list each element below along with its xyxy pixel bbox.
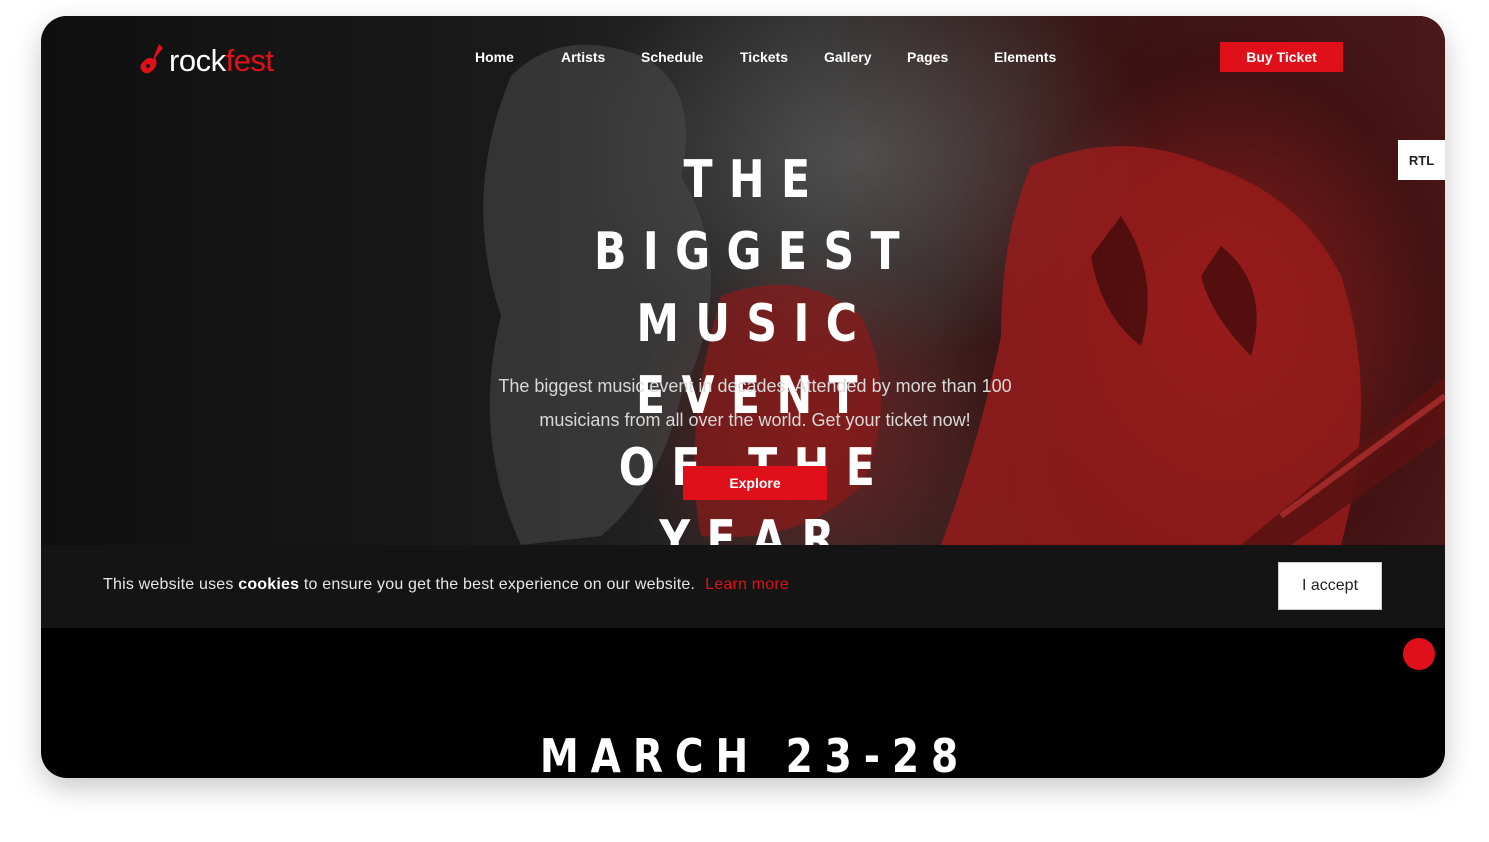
nav-item-schedule[interactable]: Schedule — [641, 49, 703, 65]
guitar-icon — [140, 44, 163, 74]
site-logo[interactable]: rockfest — [139, 42, 274, 78]
event-date-heading: MARCH 23-28 — [539, 729, 971, 778]
learn-more-link[interactable]: Learn more — [705, 576, 789, 593]
nav-item-artists[interactable]: Artists — [561, 49, 605, 65]
explore-button[interactable]: Explore — [683, 466, 827, 500]
logo-text-rock: rock — [169, 42, 226, 78]
nav-item-gallery[interactable]: Gallery — [824, 49, 871, 65]
cookie-banner: This website uses cookies to ensure you … — [41, 545, 1445, 628]
nav-item-pages[interactable]: Pages — [907, 49, 948, 65]
cookie-message: This website uses cookies to ensure you … — [103, 576, 789, 594]
browser-viewport: rockfest Home Artists Schedule Tickets G… — [41, 16, 1445, 778]
nav-item-home[interactable]: Home — [475, 49, 514, 65]
accept-cookies-button[interactable]: I accept — [1278, 562, 1382, 610]
headline-line-1: THE BIGGEST — [593, 150, 917, 282]
buy-ticket-button[interactable]: Buy Ticket — [1220, 42, 1343, 72]
cookie-text-after: to ensure you get the best experience on… — [299, 576, 696, 593]
hero-subtext-line-1: The biggest music event in decades. Atte… — [498, 376, 1012, 396]
logo-text: rockfest — [169, 45, 274, 76]
nav-item-tickets[interactable]: Tickets — [740, 49, 788, 65]
hero-section: rockfest Home Artists Schedule Tickets G… — [41, 16, 1445, 570]
cookie-text-before: This website uses — [103, 576, 239, 593]
nav-item-elements[interactable]: Elements — [994, 49, 1056, 65]
top-navigation: rockfest Home Artists Schedule Tickets G… — [41, 16, 1445, 106]
cookie-text-bold: cookies — [238, 576, 300, 593]
hero-headline: THE BIGGEST MUSIC EVENT OF THE YEAR — [509, 144, 1001, 576]
red-dot-icon[interactable] — [1403, 638, 1435, 670]
rtl-toggle-button[interactable]: RTL — [1398, 140, 1445, 180]
logo-text-fest: fest — [225, 42, 274, 78]
hero-subtext-line-2: musicians from all over the world. Get y… — [539, 410, 971, 430]
hero-subtext: The biggest music event in decades. Atte… — [455, 369, 1055, 437]
